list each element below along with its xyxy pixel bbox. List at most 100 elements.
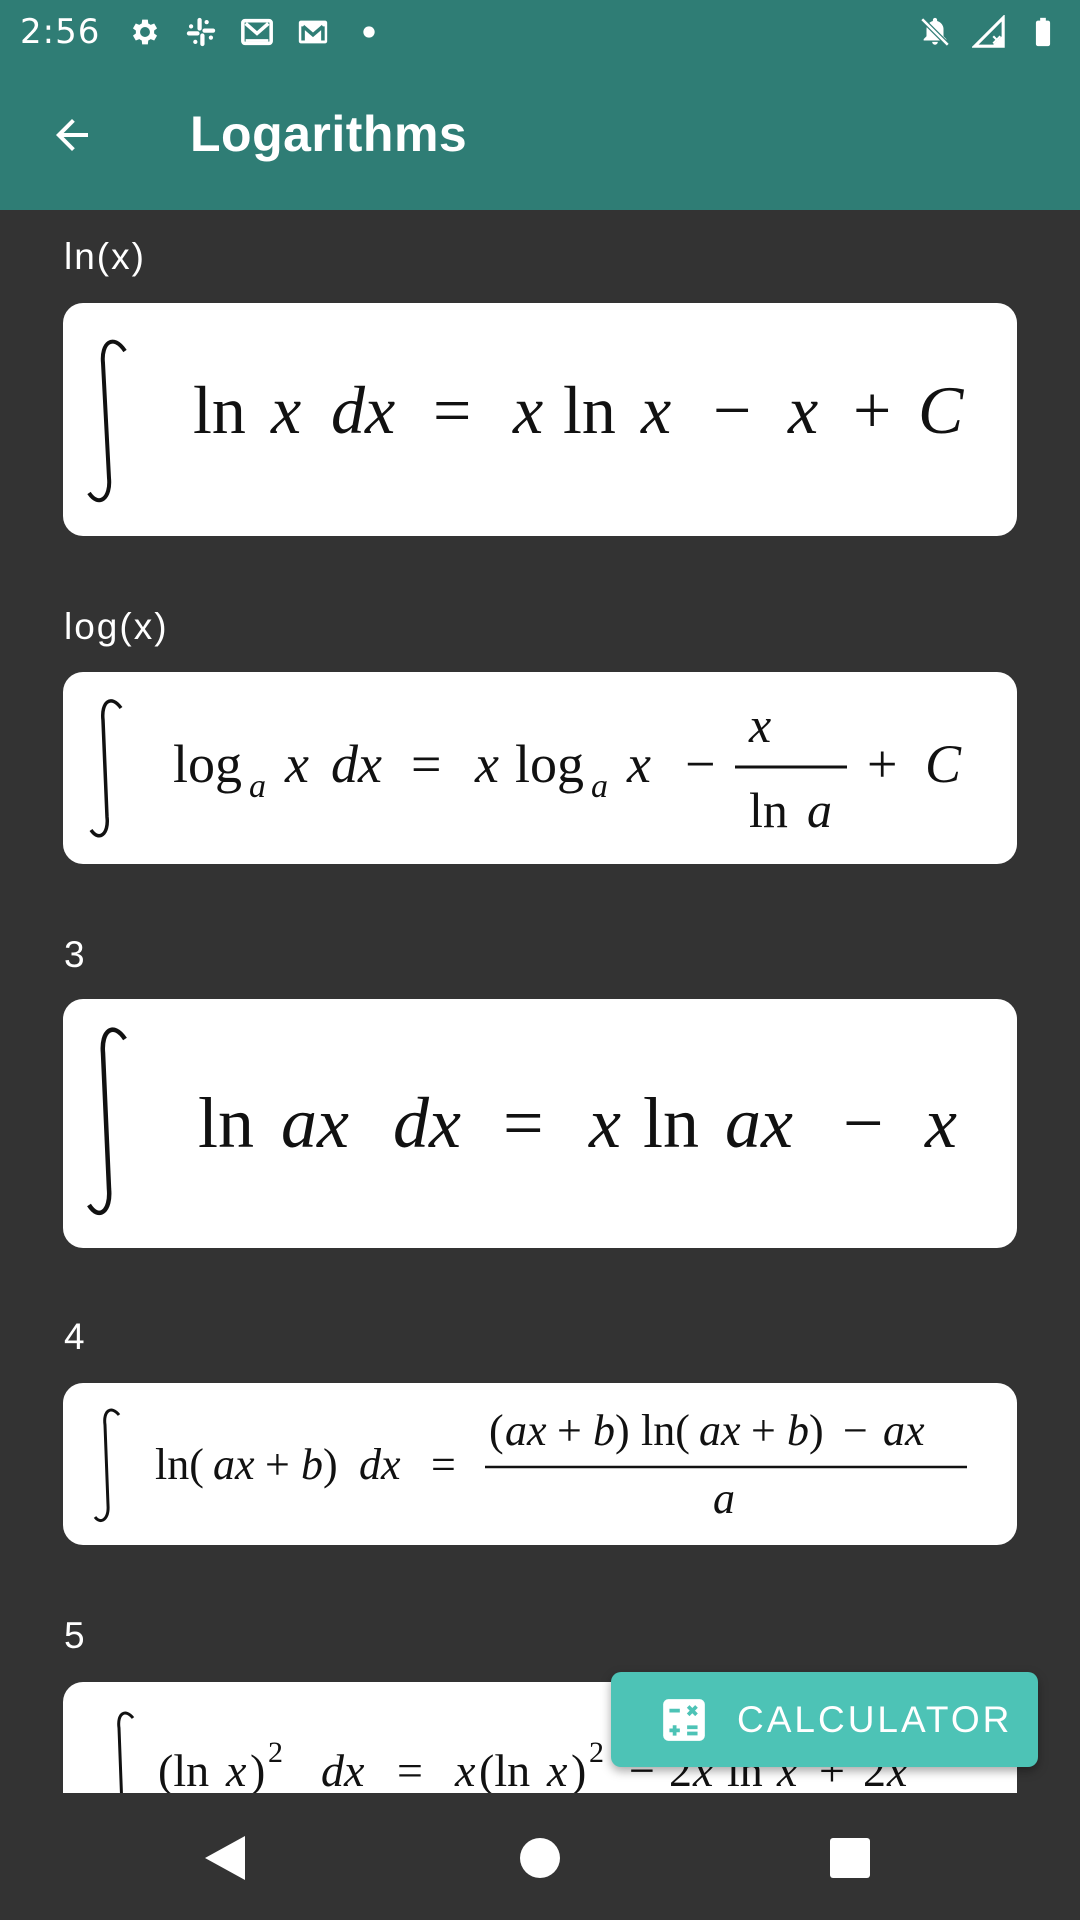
svg-text:log: log <box>173 734 242 794</box>
svg-text:x: x <box>512 372 543 448</box>
svg-text:x: x <box>284 734 309 794</box>
svg-text:=: = <box>411 734 441 794</box>
svg-text:ln: ln <box>198 1083 254 1163</box>
bell-off-icon <box>918 15 952 49</box>
svg-text:(ln: (ln <box>158 1745 209 1793</box>
svg-text:−: − <box>843 1406 868 1455</box>
status-left: 2:56 <box>20 12 386 52</box>
dot-icon <box>352 15 386 49</box>
svg-text:a: a <box>591 768 608 805</box>
section-label-ln: ln(x) <box>64 236 146 277</box>
formula-ln-ax-plus-b: ln( ax + b ) dx = ( ax + b ) ln( ax + b … <box>93 1406 967 1523</box>
nav-recents-icon <box>830 1838 870 1878</box>
gear-icon <box>128 15 162 49</box>
formula-card-4[interactable]: ln( ax + b ) dx = ( ax + b ) ln( ax + b … <box>63 1383 1017 1545</box>
status-right <box>918 14 1060 49</box>
svg-text:=: = <box>503 1083 544 1163</box>
status-time: 2:56 <box>20 11 101 52</box>
svg-text:x: x <box>626 734 651 794</box>
formula-list[interactable]: ln(x) ln x dx = x ln x − x + C log(x) lo… <box>0 210 1080 1793</box>
signal-icon <box>972 14 1006 49</box>
svg-text:dx: dx <box>393 1083 461 1163</box>
svg-text:ax: ax <box>505 1406 547 1455</box>
svg-text:(ln: (ln <box>479 1745 530 1793</box>
calculator-icon <box>663 1698 705 1741</box>
section-label-log: log(x) <box>64 606 169 647</box>
svg-text:+: + <box>853 372 891 448</box>
svg-text:x: x <box>924 1083 957 1163</box>
svg-text:+: + <box>265 1440 290 1489</box>
svg-text:C: C <box>918 372 964 448</box>
page-title: Logarithms <box>190 106 468 162</box>
svg-text:=: = <box>397 1745 423 1793</box>
nav-back-icon <box>205 1836 245 1880</box>
svg-text:2: 2 <box>589 1736 604 1769</box>
svg-text:dx: dx <box>331 372 395 448</box>
nav-recents-button[interactable] <box>815 1823 885 1893</box>
svg-text:C: C <box>925 734 962 794</box>
svg-text:ln: ln <box>749 782 788 838</box>
svg-text:(: ( <box>489 1406 504 1455</box>
svg-text:+: + <box>867 734 897 794</box>
nav-home-button[interactable] <box>505 1823 575 1893</box>
calculator-button[interactable]: CALCULATOR <box>611 1672 1038 1767</box>
svg-text:b: b <box>787 1406 809 1455</box>
svg-text:x: x <box>546 1745 568 1793</box>
svg-text:a: a <box>807 782 832 838</box>
svg-text:ax: ax <box>883 1406 925 1455</box>
back-button[interactable] <box>42 105 102 165</box>
svg-text:ln: ln <box>643 1083 699 1163</box>
svg-text:): ) <box>323 1440 338 1489</box>
svg-text:a: a <box>713 1474 735 1523</box>
svg-text:2: 2 <box>268 1736 283 1769</box>
formula-card-3[interactable]: ln ax dx = x ln ax − x <box>63 999 1017 1248</box>
svg-text:b: b <box>593 1406 615 1455</box>
section-label-3: 3 <box>64 934 87 975</box>
svg-text:ax: ax <box>699 1406 741 1455</box>
svg-text:x: x <box>640 372 671 448</box>
svg-text:−: − <box>713 372 751 448</box>
nav-home-icon <box>520 1838 560 1878</box>
gmail-icon <box>296 15 330 49</box>
formula-card-log[interactable]: log a x dx = x log a x − x ln a + C <box>63 672 1017 864</box>
formula-ln-x: ln x dx = x ln x − x + C <box>87 339 964 503</box>
svg-text:+: + <box>557 1406 582 1455</box>
svg-text:ln: ln <box>563 372 616 448</box>
svg-text:ln(: ln( <box>641 1406 690 1455</box>
section-label-5: 5 <box>64 1615 87 1656</box>
svg-text:dx: dx <box>321 1745 365 1793</box>
svg-text:): ) <box>250 1745 265 1793</box>
svg-text:x: x <box>748 697 771 753</box>
arrow-back-icon <box>56 119 88 151</box>
svg-text:dx: dx <box>359 1440 401 1489</box>
svg-text:x: x <box>225 1745 247 1793</box>
svg-text:=: = <box>431 1440 456 1489</box>
gmail-icon <box>240 15 274 49</box>
system-nav-bar <box>0 1793 1080 1920</box>
nav-back-button[interactable] <box>190 1823 260 1893</box>
battery-icon <box>1026 15 1060 49</box>
svg-text:b: b <box>301 1440 323 1489</box>
svg-text:a: a <box>249 768 266 805</box>
svg-text:x: x <box>787 372 818 448</box>
svg-text:ax: ax <box>281 1083 349 1163</box>
svg-text:x: x <box>270 372 301 448</box>
svg-text:ln: ln <box>193 372 246 448</box>
svg-text:=: = <box>433 372 471 448</box>
status-bar: 2:56 <box>0 0 1080 63</box>
slack-icon <box>184 15 218 49</box>
formula-ln-ax: ln ax dx = x ln ax − x <box>87 1027 957 1216</box>
svg-text:): ) <box>615 1406 630 1455</box>
svg-text:−: − <box>843 1083 884 1163</box>
calculator-button-label: CALCULATOR <box>737 1698 1013 1740</box>
svg-text:): ) <box>809 1406 824 1455</box>
svg-text:−: − <box>685 734 715 794</box>
svg-text:x: x <box>588 1083 621 1163</box>
section-label-4: 4 <box>64 1316 87 1357</box>
svg-text:ln(: ln( <box>155 1440 204 1489</box>
app-bar: Logarithms <box>0 63 1080 210</box>
svg-text:log: log <box>515 734 584 794</box>
formula-card-ln[interactable]: ln x dx = x ln x − x + C <box>63 303 1017 536</box>
svg-text:+: + <box>751 1406 776 1455</box>
svg-text:ax: ax <box>213 1440 255 1489</box>
